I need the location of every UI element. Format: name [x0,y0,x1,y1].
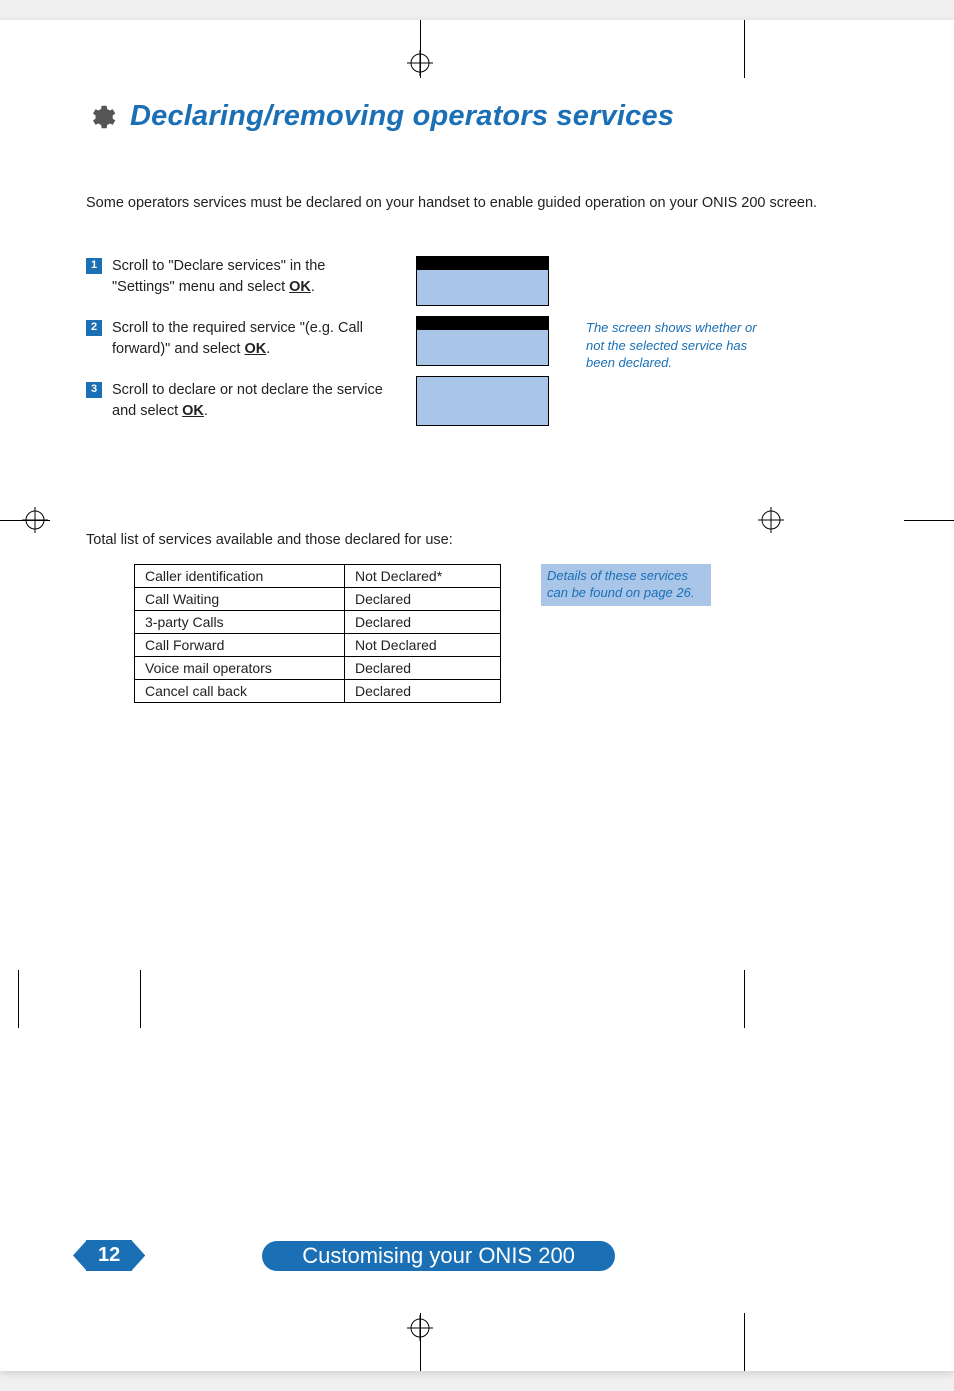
registration-mark-icon [407,50,433,76]
step-text: Scroll to the required service "(e.g. Ca… [112,318,386,360]
crop-mark [744,970,745,1028]
service-name: Voice mail operators [135,657,345,680]
table-row: 3-party CallsDeclared [135,611,501,634]
step-number-badge: 3 [86,382,102,398]
table-row: Cancel call backDeclared [135,680,501,703]
service-name: Call Forward [135,634,345,657]
handset-screen-icon [416,256,549,306]
table-row: Call WaitingDeclared [135,588,501,611]
table-note: Details of these services can be found o… [541,564,711,606]
page-footer: 12 Customising your ONIS 200 [86,1240,746,1271]
step-item: 2 Scroll to the required service "(e.g. … [86,318,386,360]
intro-text: Some operators services must be declared… [86,193,846,214]
service-status: Not Declared [345,634,501,657]
service-status: Declared [345,611,501,634]
service-name: Caller identification [135,565,345,588]
step-item: 1 Scroll to "Declare services" in the "S… [86,256,386,298]
crop-mark [140,970,141,1028]
ok-key: OK [289,279,311,295]
handset-screen-icon [416,316,549,366]
step-text: Scroll to "Declare services" in the "Set… [112,256,386,298]
service-status: Declared [345,680,501,703]
table-row: Caller identificationNot Declared* [135,565,501,588]
table-row: Voice mail operatorsDeclared [135,657,501,680]
registration-mark-icon [22,507,48,533]
page-heading: Declaring/removing operators services [86,100,846,133]
handset-screens [416,256,556,426]
table-row: Call ForwardNot Declared [135,634,501,657]
service-status: Not Declared* [345,565,501,588]
manual-page: Declaring/removing operators services So… [0,20,954,1371]
service-name: Call Waiting [135,588,345,611]
gear-icon [86,102,116,132]
page-title: Declaring/removing operators services [130,100,674,133]
crop-mark [904,520,954,521]
services-table: Caller identificationNot Declared* Call … [134,564,501,703]
footer-section-title: Customising your ONIS 200 [262,1241,615,1271]
crop-mark [744,20,745,78]
step-text: Scroll to declare or not declare the ser… [112,380,386,422]
steps-list: 1 Scroll to "Declare services" in the "S… [86,256,386,442]
ok-key: OK [244,341,266,357]
crop-mark [744,1313,745,1371]
ok-key: OK [182,403,204,419]
service-status: Declared [345,657,501,680]
side-note: The screen shows whether or not the sele… [586,319,758,372]
handset-screen-icon [416,376,549,426]
service-name: Cancel call back [135,680,345,703]
crop-mark [18,970,19,1028]
step-number-badge: 2 [86,320,102,336]
page-number-badge: 12 [86,1240,132,1271]
step-item: 3 Scroll to declare or not declare the s… [86,380,386,422]
service-status: Declared [345,588,501,611]
service-name: 3-party Calls [135,611,345,634]
step-number-badge: 1 [86,258,102,274]
table-intro: Total list of services available and tho… [86,532,846,548]
registration-mark-icon [407,1315,433,1341]
